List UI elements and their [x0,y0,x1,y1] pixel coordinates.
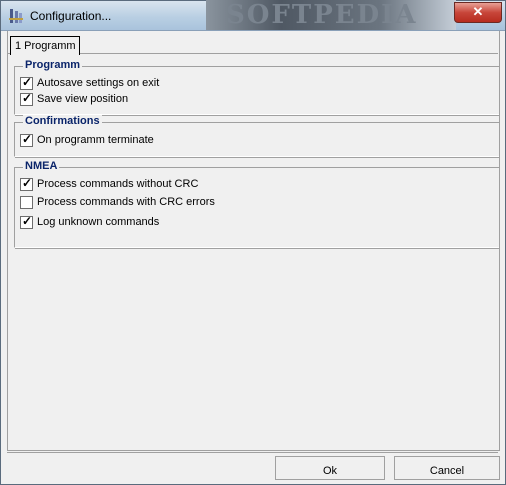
checkbox-label: On programm terminate [37,134,154,146]
checkbox-box[interactable] [20,196,33,209]
checkbox-label: Save view position [37,93,129,105]
window-title: Configuration... [30,9,112,23]
title-bar[interactable]: SOFTPEDIA Configuration... ✕ [1,0,505,31]
settings-icon [9,9,23,23]
ok-button[interactable]: Ok [275,456,385,480]
checkbox-box[interactable] [20,132,33,147]
watermark: SOFTPEDIA [206,0,456,30]
watermark-text: SOFTPEDIA [226,0,418,30]
checkbox-label: Autosave settings on exit [37,77,160,89]
checkbox-box[interactable] [20,176,33,191]
tab-label: 1 Programm [15,40,76,52]
group-programm: Programm [14,59,499,116]
cancel-button[interactable]: Cancel [394,456,500,480]
group-title-programm: Programm [23,59,83,71]
checkbox-label: Log unknown commands [37,216,160,228]
checkbox-box[interactable] [20,91,33,106]
close-button[interactable]: ✕ [454,2,502,23]
group-title-confirmations: Confirmations [23,115,102,127]
close-icon: ✕ [472,4,484,19]
checkbox-label: Process commands without CRC [37,178,199,190]
group-title-nmea: NMEA [23,160,60,172]
tab-programm[interactable]: 1 Programm [10,36,80,55]
checkbox-label: Process commands with CRC errors [37,196,215,208]
checkbox-box[interactable] [20,214,33,229]
checkbox-box[interactable] [20,75,33,90]
tab-strip-line [7,53,498,54]
